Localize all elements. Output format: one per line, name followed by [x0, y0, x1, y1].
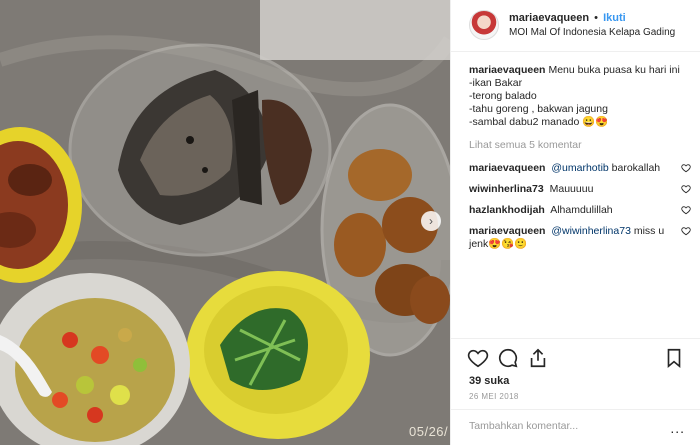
header-user-line: mariaevaqueen • Ikuti — [509, 12, 626, 24]
post-photo[interactable]: 05/26/ › — [0, 0, 450, 445]
avatar[interactable] — [469, 10, 499, 40]
header-username[interactable]: mariaevaqueen — [509, 12, 589, 24]
comment-text: Alhamdulillah — [550, 204, 613, 216]
post-side-panel: mariaevaqueen • Ikuti MOI Mal Of Indones… — [450, 0, 700, 445]
comment-item: mariaevaqueen @umarhotib barokallah — [469, 162, 691, 175]
comment-username[interactable]: wiwinherlina73 — [469, 183, 544, 195]
follow-button[interactable]: Ikuti — [603, 12, 626, 24]
comment-item: wiwinherlina73 Mauuuuu — [469, 183, 691, 196]
bookmark-icon[interactable] — [663, 347, 685, 369]
comment-text: Mauuuuu — [549, 183, 594, 195]
caption-line: Menu buka puasa ku hari ini — [548, 64, 680, 76]
comment-icon[interactable] — [497, 347, 519, 369]
chevron-right-icon[interactable]: › — [421, 211, 441, 231]
caption-line: -ikan Bakar — [469, 77, 523, 89]
caption: mariaevaqueen Menu buka puasa ku hari ini… — [469, 64, 691, 129]
more-options-button[interactable]: ... — [670, 420, 685, 436]
post-date: 26 MEI 2018 — [469, 392, 519, 401]
caption-line: -terong balado — [469, 90, 537, 102]
share-icon[interactable] — [527, 347, 549, 369]
comment-item: mariaevaqueen @wiwinherlina73 miss u jen… — [469, 225, 691, 251]
post-header: mariaevaqueen • Ikuti MOI Mal Of Indones… — [451, 0, 700, 52]
comment-mention[interactable]: @umarhotib — [551, 162, 608, 174]
comment-text: barokallah — [611, 162, 661, 174]
heart-icon[interactable] — [681, 163, 691, 173]
add-comment-bar: ... — [451, 409, 700, 445]
food-photo-illustration — [0, 0, 450, 445]
comment-mention[interactable]: @wiwinherlina73 — [551, 225, 631, 237]
comment-item: hazlankhodijah Alhamdulillah — [469, 204, 691, 217]
comment-input[interactable] — [469, 420, 649, 432]
location-link[interactable]: MOI Mal Of Indonesia Kelapa Gading — [509, 27, 675, 38]
heart-icon[interactable] — [681, 226, 691, 236]
caption-line: -sambal dabu2 manado 😀😍 — [469, 116, 609, 128]
heart-icon[interactable] — [467, 347, 489, 369]
comment-username[interactable]: hazlankhodijah — [469, 204, 545, 216]
likes-count[interactable]: 39 suka — [469, 375, 509, 387]
heart-icon[interactable] — [681, 205, 691, 215]
action-bar — [467, 347, 687, 371]
caption-username[interactable]: mariaevaqueen — [469, 64, 545, 76]
header-separator: • — [594, 12, 599, 24]
caption-line: -tahu goreng , bakwan jagung — [469, 103, 608, 115]
post-actions: 39 suka 26 MEI 2018 ... — [451, 338, 700, 444]
comment-username[interactable]: mariaevaqueen — [469, 225, 545, 237]
view-all-comments-link[interactable]: Lihat semua 5 komentar — [469, 139, 691, 152]
comment-username[interactable]: mariaevaqueen — [469, 162, 545, 174]
comments-list: mariaevaqueen Menu buka puasa ku hari ini… — [469, 64, 691, 259]
photo-date-stamp: 05/26/ — [409, 424, 449, 439]
heart-icon[interactable] — [681, 184, 691, 194]
